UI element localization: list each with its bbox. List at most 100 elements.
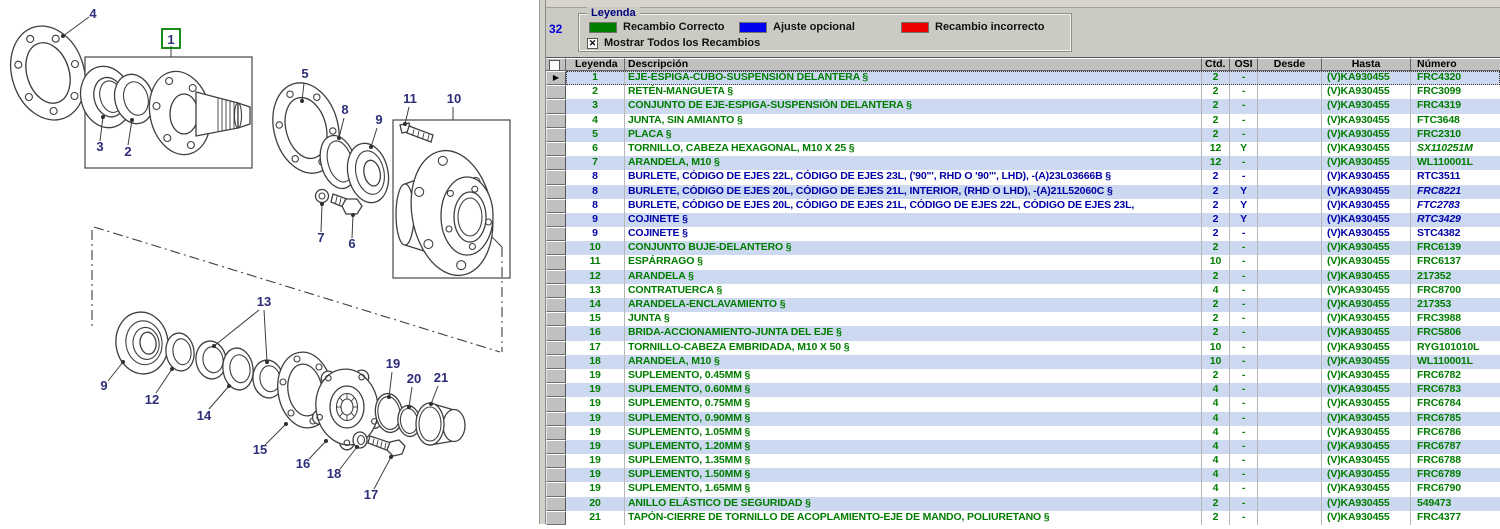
- diagram-callout[interactable]: 1: [167, 32, 174, 47]
- cell-leyenda: 8: [566, 170, 625, 184]
- table-row[interactable]: 3 CONJUNTO DE EJE-ESPIGA-SUSPENSIÓN DELA…: [546, 99, 1500, 113]
- diagram-callout[interactable]: 11: [403, 91, 417, 106]
- diagram-callout[interactable]: 9: [375, 112, 382, 127]
- row-selector-cell[interactable]: [546, 255, 566, 269]
- table-row[interactable]: 19 SUPLEMENTO, 1.50MM § 4 - (V)KA930455 …: [546, 468, 1500, 482]
- diagram-callout[interactable]: 4: [89, 6, 97, 21]
- row-selector-cell[interactable]: [546, 482, 566, 496]
- column-header-desde[interactable]: Desde: [1258, 58, 1322, 71]
- diagram-callout[interactable]: 21: [434, 370, 448, 385]
- diagram-callout[interactable]: 19: [386, 356, 400, 371]
- panel-splitter[interactable]: [539, 0, 546, 524]
- diagram-callout[interactable]: 10: [447, 91, 461, 106]
- table-row[interactable]: 10 CONJUNTO BUJE-DELANTERO § 2 - (V)KA93…: [546, 241, 1500, 255]
- table-row[interactable]: 8 BURLETE, CÓDIGO DE EJES 20L, CÓDIGO DE…: [546, 185, 1500, 199]
- diagram-callout[interactable]: 5: [301, 66, 308, 81]
- table-row[interactable]: 17 TORNILLO-CABEZA EMBRIDADA, M10 X 50 §…: [546, 341, 1500, 355]
- row-selector-cell[interactable]: [546, 355, 566, 369]
- diagram-callout[interactable]: 17: [364, 487, 378, 502]
- row-selector-cell[interactable]: [546, 397, 566, 411]
- diagram-callout[interactable]: 16: [296, 456, 310, 471]
- row-selector-cell[interactable]: [546, 99, 566, 113]
- row-selector-cell[interactable]: [546, 383, 566, 397]
- table-row[interactable]: 9 COJINETE § 2 - (V)KA930455 STC4382: [546, 227, 1500, 241]
- table-row[interactable]: 19 SUPLEMENTO, 1.20MM § 4 - (V)KA930455 …: [546, 440, 1500, 454]
- table-row[interactable]: 4 JUNTA, SIN AMIANTO § 2 - (V)KA930455 F…: [546, 114, 1500, 128]
- diagram-callout[interactable]: 20: [407, 371, 421, 386]
- select-all-cell[interactable]: [546, 58, 566, 71]
- table-row[interactable]: 21 TAPÓN-CIERRE DE TORNILLO DE ACOPLAMIE…: [546, 511, 1500, 525]
- row-selector-cell[interactable]: [546, 426, 566, 440]
- column-header-osi[interactable]: OSI: [1230, 58, 1258, 71]
- table-row[interactable]: 12 ARANDELA § 2 - (V)KA930455 217352: [546, 270, 1500, 284]
- table-row[interactable]: 5 PLACA § 2 - (V)KA930455 FRC2310: [546, 128, 1500, 142]
- column-header-hasta[interactable]: Hasta: [1322, 58, 1411, 71]
- row-selector-cell[interactable]: [546, 213, 566, 227]
- diagram-callout[interactable]: 3: [96, 139, 103, 154]
- table-row[interactable]: 19 SUPLEMENTO, 0.60MM § 4 - (V)KA930455 …: [546, 383, 1500, 397]
- table-row[interactable]: 19 SUPLEMENTO, 1.05MM § 4 - (V)KA930455 …: [546, 426, 1500, 440]
- row-selector-cell[interactable]: [546, 454, 566, 468]
- column-header-leyenda[interactable]: Leyenda: [566, 58, 625, 71]
- table-row[interactable]: 13 CONTRATUERCA § 4 - (V)KA930455 FRC870…: [546, 284, 1500, 298]
- row-selector-cell[interactable]: [546, 511, 566, 525]
- diagram-callout[interactable]: 2: [124, 144, 131, 159]
- column-header-descripcion[interactable]: Descripción: [625, 58, 1202, 71]
- table-row[interactable]: 11 ESPÁRRAGO § 10 - (V)KA930455 FRC6137: [546, 255, 1500, 269]
- row-selector-cell[interactable]: [546, 298, 566, 312]
- row-selector-cell[interactable]: [546, 128, 566, 142]
- diagram-callout[interactable]: 14: [197, 408, 212, 423]
- row-selector-cell[interactable]: [546, 440, 566, 454]
- table-row[interactable]: 19 SUPLEMENTO, 0.75MM § 4 - (V)KA930455 …: [546, 397, 1500, 411]
- diagram-callout[interactable]: 8: [341, 102, 348, 117]
- cell-descripcion: SUPLEMENTO, 1.35MM §: [625, 454, 1202, 468]
- table-row[interactable]: 2 RETÉN-MANGUETA § 2 - (V)KA930455 FRC30…: [546, 85, 1500, 99]
- diagram-callout[interactable]: 15: [253, 442, 267, 457]
- column-header-ctd[interactable]: Ctd.: [1202, 58, 1230, 71]
- table-row[interactable]: 14 ARANDELA-ENCLAVAMIENTO § 2 - (V)KA930…: [546, 298, 1500, 312]
- diagram-callout[interactable]: 13: [257, 294, 271, 309]
- row-selector-cell[interactable]: [546, 284, 566, 298]
- table-row[interactable]: 18 ARANDELA, M10 § 10 - (V)KA930455 WL11…: [546, 355, 1500, 369]
- cell-osi: -: [1230, 341, 1258, 355]
- diagram-callout[interactable]: 9: [100, 378, 107, 393]
- table-row[interactable]: ▶ 1 EJE-ESPIGA-CUBO-SUSPENSIÓN DELANTERA…: [546, 71, 1500, 85]
- row-selector-cell[interactable]: [546, 326, 566, 340]
- table-row[interactable]: 19 SUPLEMENTO, 1.35MM § 4 - (V)KA930455 …: [546, 454, 1500, 468]
- row-selector-cell[interactable]: [546, 412, 566, 426]
- diagram-callout[interactable]: 12: [145, 392, 159, 407]
- table-row[interactable]: 15 JUNTA § 2 - (V)KA930455 FRC3988: [546, 312, 1500, 326]
- diagram-callout[interactable]: 6: [348, 236, 355, 251]
- table-row[interactable]: 9 COJINETE § 2 Y (V)KA930455 RTC3429: [546, 213, 1500, 227]
- row-selector-cell[interactable]: [546, 468, 566, 482]
- table-row[interactable]: 19 SUPLEMENTO, 0.90MM § 4 - (V)KA930455 …: [546, 412, 1500, 426]
- show-all-checkbox[interactable]: ✕: [587, 38, 598, 49]
- table-row[interactable]: 19 SUPLEMENTO, 0.45MM § 2 - (V)KA930455 …: [546, 369, 1500, 383]
- row-selector-cell[interactable]: [546, 270, 566, 284]
- row-selector-cell[interactable]: [546, 185, 566, 199]
- diagram-svg[interactable]: 4132589761110912131415161817192021: [0, 0, 539, 524]
- table-row[interactable]: 6 TORNILLO, CABEZA HEXAGONAL, M10 X 25 §…: [546, 142, 1500, 156]
- table-row[interactable]: 8 BURLETE, CÓDIGO DE EJES 20L, CÓDIGO DE…: [546, 199, 1500, 213]
- row-selector-cell[interactable]: ▶: [546, 71, 566, 85]
- table-row[interactable]: 8 BURLETE, CÓDIGO DE EJES 22L, CÓDIGO DE…: [546, 170, 1500, 184]
- diagram-callout[interactable]: 18: [327, 466, 341, 481]
- table-row[interactable]: 20 ANILLO ELÁSTICO DE SEGURIDAD § 2 - (V…: [546, 497, 1500, 511]
- row-selector-cell[interactable]: [546, 114, 566, 128]
- table-row[interactable]: 19 SUPLEMENTO, 1.65MM § 4 - (V)KA930455 …: [546, 482, 1500, 496]
- row-selector-cell[interactable]: [546, 312, 566, 326]
- row-selector-cell[interactable]: [546, 170, 566, 184]
- row-selector-cell[interactable]: [546, 341, 566, 355]
- row-selector-cell[interactable]: [546, 227, 566, 241]
- diagram-callout[interactable]: 7: [317, 230, 324, 245]
- row-selector-cell[interactable]: [546, 241, 566, 255]
- table-row[interactable]: 7 ARANDELA, M10 § 12 - (V)KA930455 WL110…: [546, 156, 1500, 170]
- row-selector-cell[interactable]: [546, 85, 566, 99]
- row-selector-cell[interactable]: [546, 199, 566, 213]
- row-selector-cell[interactable]: [546, 369, 566, 383]
- table-row[interactable]: 16 BRIDA-ACCIONAMIENTO-JUNTA DEL EJE § 2…: [546, 326, 1500, 340]
- column-header-numero[interactable]: Número: [1411, 58, 1500, 71]
- row-selector-cell[interactable]: [546, 156, 566, 170]
- row-selector-cell[interactable]: [546, 497, 566, 511]
- row-selector-cell[interactable]: [546, 142, 566, 156]
